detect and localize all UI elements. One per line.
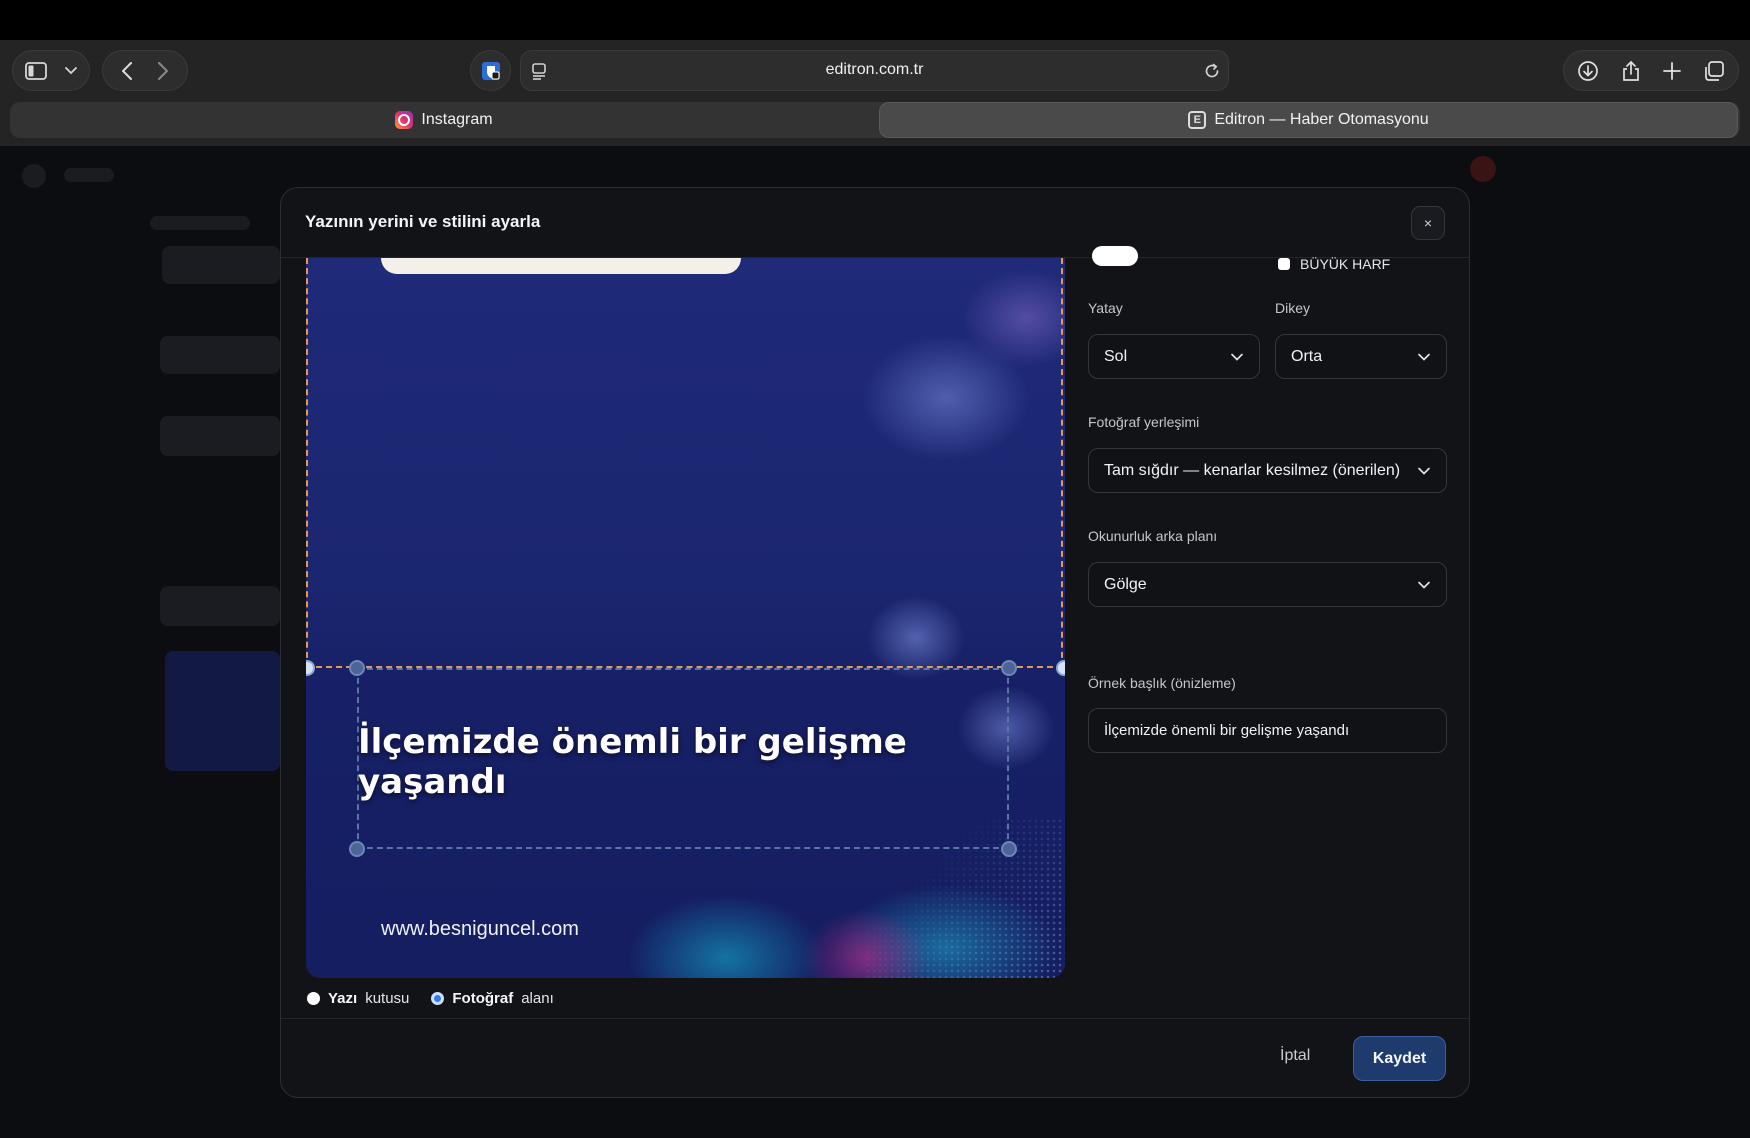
- preview-site-url: www.besniguncel.com: [381, 918, 579, 940]
- readability-background-select[interactable]: Gölge: [1088, 562, 1447, 607]
- forward-icon[interactable]: [158, 61, 168, 80]
- photo-fit-label: Fotoğraf yerleşimi: [1088, 414, 1200, 430]
- toolbar-actions: [1563, 50, 1739, 91]
- radio-text-box[interactable]: Yazı kutusu: [307, 990, 409, 1007]
- checkbox-box[interactable]: [1278, 258, 1290, 270]
- text-box-handle-bottom-right[interactable]: [1001, 841, 1017, 857]
- cancel-button[interactable]: İptal: [1266, 1036, 1324, 1076]
- sample-title-input[interactable]: [1088, 708, 1447, 753]
- chevron-down-icon[interactable]: [65, 66, 77, 75]
- download-icon[interactable]: [1577, 60, 1599, 82]
- tab-label: Instagram: [421, 111, 493, 128]
- text-box-handle-top-right[interactable]: [1001, 660, 1017, 676]
- modal-title: Yazının yerini ve stilini ayarla: [305, 212, 541, 231]
- photo-fit-select[interactable]: Tam sığdır — kenarlar kesilmez (önerilen…: [1088, 448, 1447, 493]
- save-button[interactable]: Kaydet: [1353, 1036, 1446, 1081]
- privacy-shield-icon: [480, 60, 502, 82]
- text-box-handle-top-left[interactable]: [349, 660, 365, 676]
- close-icon: ×: [1423, 215, 1433, 231]
- style-toggle[interactable]: [1092, 246, 1138, 266]
- footer-divider: [281, 1018, 1469, 1019]
- reload-icon[interactable]: [1203, 62, 1221, 80]
- radio-indicator-selected[interactable]: [431, 992, 445, 1005]
- sidebar-toggle-group[interactable]: [12, 50, 90, 91]
- photo-area-outline[interactable]: [306, 258, 1063, 668]
- back-icon[interactable]: [122, 61, 132, 80]
- preview-headline: İlçemizde önemli bir gelişme yaşandı: [358, 722, 907, 802]
- horizontal-align-select[interactable]: Sol: [1088, 334, 1260, 379]
- tab-instagram[interactable]: Instagram: [10, 102, 878, 138]
- post-preview-canvas[interactable]: İlçemizde önemli bir gelişme yaşandı www…: [306, 258, 1065, 978]
- readability-label: Okunurluk arka planı: [1088, 528, 1218, 544]
- photo-area-handle-right[interactable]: [1056, 660, 1065, 676]
- plus-icon[interactable]: [1663, 61, 1681, 80]
- radio-photo-area[interactable]: Fotoğraf alanı: [431, 990, 554, 1007]
- address-bar[interactable]: editron.com.tr: [520, 50, 1229, 91]
- sidebar-icon[interactable]: [25, 61, 47, 80]
- chevron-down-icon: [1418, 581, 1430, 589]
- chevron-down-icon: [1418, 467, 1430, 475]
- vertical-label: Dikey: [1275, 300, 1311, 316]
- tab-editron[interactable]: E Editron — Haber Otomasyonu: [879, 102, 1738, 138]
- text-box-handle-bottom-left[interactable]: [349, 841, 365, 857]
- sample-title-label: Örnek başlık (önizleme): [1088, 675, 1236, 691]
- close-button[interactable]: ×: [1411, 206, 1445, 240]
- privacy-extension-button[interactable]: [470, 50, 511, 91]
- instagram-icon: [395, 111, 414, 129]
- share-icon[interactable]: [1621, 60, 1641, 82]
- tabs-overview-icon[interactable]: [1703, 60, 1725, 82]
- vertical-align-select[interactable]: Orta: [1275, 334, 1447, 379]
- horizontal-label: Yatay: [1088, 300, 1123, 316]
- uppercase-checkbox[interactable]: BÜYÜK HARF: [1278, 256, 1390, 272]
- radio-indicator[interactable]: [307, 992, 320, 1005]
- chevron-down-icon: [1231, 353, 1243, 361]
- chevron-down-icon: [1418, 353, 1430, 361]
- navigation-group: [102, 50, 188, 91]
- tab-label: Editron — Haber Otomasyonu: [1214, 111, 1429, 128]
- edit-target-selector: Yazı kutusu Fotoğraf alanı: [307, 990, 554, 1007]
- editron-icon: E: [1188, 111, 1207, 129]
- uppercase-label: BÜYÜK HARF: [1300, 256, 1391, 272]
- text-style-modal: Yazının yerini ve stilini ayarla × İlçem…: [280, 187, 1470, 1098]
- system-top-bar: [0, 0, 1750, 40]
- url-text: editron.com.tr: [825, 61, 924, 78]
